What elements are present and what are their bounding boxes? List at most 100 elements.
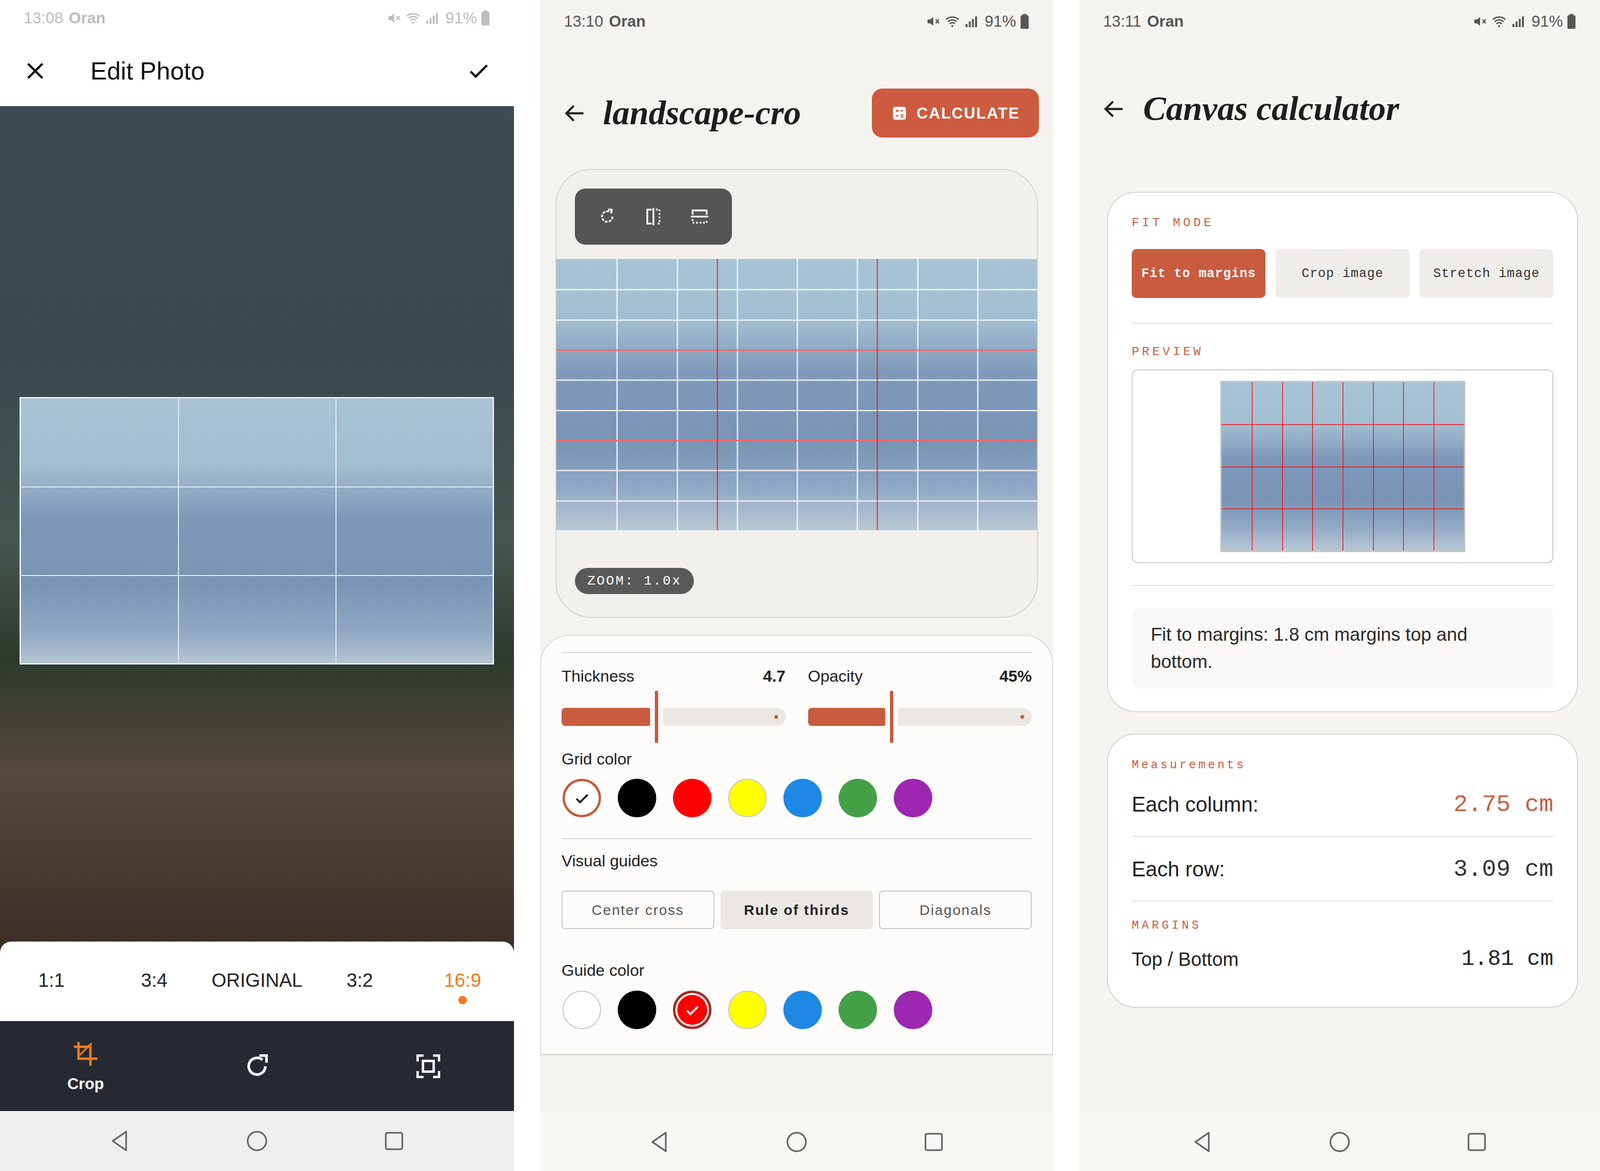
visual-guide-option[interactable]: Center cross [561,890,715,929]
signal-icon [424,10,440,26]
grid-line [1221,466,1464,468]
screen-title: landscape-cro [602,93,872,133]
color-swatch[interactable] [893,990,933,1029]
status-carrier: Oran [69,9,106,28]
photo-with-grid[interactable] [556,258,1038,531]
back-arrow-icon[interactable] [562,100,588,127]
grid-line [556,409,1038,412]
guide-line [556,349,1038,351]
rotate-icon[interactable] [596,206,618,228]
crop-frame[interactable] [19,396,494,665]
grid-line [616,258,618,531]
guide-line [716,258,719,531]
recents-square-icon[interactable] [381,1128,407,1154]
fit-mode-option[interactable]: Crop image [1275,248,1410,298]
check-icon [682,1000,702,1020]
color-swatch[interactable] [838,778,878,818]
flip-horizontal-icon[interactable] [642,206,664,228]
color-swatch[interactable] [728,990,767,1029]
home-circle-icon[interactable] [784,1129,810,1155]
slider[interactable] [808,702,1033,731]
home-circle-icon[interactable] [1327,1129,1353,1155]
grid-color-label: Grid color [561,744,1032,773]
back-arrow-icon[interactable] [1101,96,1127,122]
measurement-row: Each row:3.09 cm [1131,845,1554,893]
aspect-ratio-label: 16:9 [444,969,482,991]
back-triangle-icon[interactable] [107,1128,133,1154]
tool-button[interactable]: Crop [0,1039,172,1093]
preview-image [1220,380,1466,553]
back-triangle-icon[interactable] [1190,1129,1215,1155]
color-swatch[interactable] [672,990,712,1029]
fit-mode-option[interactable]: Stretch image [1419,248,1554,298]
measurement-label: Each row: [1131,857,1225,881]
grid-line [856,258,859,531]
aspect-ratio-option[interactable]: 16:9 [411,958,514,1005]
grid-line [556,288,1038,291]
slider-fill [561,707,651,726]
fit-mode-option[interactable]: Fit to margins [1131,248,1266,298]
canvas-preview [1131,369,1554,563]
tool-button[interactable] [171,1051,343,1081]
color-swatch[interactable] [838,990,878,1029]
flip-vertical-icon[interactable] [689,206,711,228]
zoom-badge: ZOOM: 1.0x [574,567,694,594]
color-swatch[interactable] [617,778,657,818]
back-triangle-icon[interactable] [647,1129,672,1155]
color-swatch[interactable] [783,990,822,1029]
visual-guide-option[interactable]: Diagonals [879,890,1032,929]
selected-dot [47,995,56,1005]
slider[interactable] [561,702,786,731]
mute-icon [386,10,402,26]
mute-icon [925,13,941,30]
visual-guide-option[interactable]: Rule of thirds [720,890,874,929]
rotate-icon [242,1051,272,1081]
slider-track [662,707,786,726]
crop-icon [71,1039,100,1068]
fit-frame-icon [414,1051,443,1081]
selected-dot [149,995,159,1005]
tool-button[interactable] [342,1051,514,1081]
aspect-ratio-option[interactable]: ORIGINAL [205,958,309,1005]
calculate-label: CALCULATE [916,104,1020,123]
grid-line [556,469,1038,472]
app-bar: landscape-cro CALCULATE [540,42,1054,169]
recents-square-icon[interactable] [921,1129,947,1155]
color-swatch[interactable] [728,778,767,818]
selected-dot [458,995,467,1005]
screen-title: Edit Photo [90,56,467,86]
slider-thumb[interactable] [889,690,894,743]
guide-color-swatches [561,990,1032,1029]
aspect-ratio-option[interactable]: 3:4 [102,958,206,1005]
color-swatch[interactable] [783,778,822,818]
edit-photo-screen: 13:08Oran91%Edit Photo1:13:4ORIGINAL3:21… [0,0,514,1171]
wifi-icon [944,13,960,30]
content-scroll: FIT MODEFit to marginsCrop imageStretch … [1079,191,1600,1033]
slider-thumb[interactable] [654,690,659,743]
check-icon[interactable] [466,58,492,84]
calculator-icon [890,104,909,122]
recents-square-icon[interactable] [1464,1129,1490,1155]
calculate-button[interactable]: CALCULATE [871,88,1039,138]
color-swatch[interactable] [617,990,657,1029]
color-swatch[interactable] [562,778,602,818]
home-circle-icon[interactable] [244,1128,270,1154]
color-swatch[interactable] [672,778,712,818]
color-swatch[interactable] [562,990,602,1029]
slider-value: 4.7 [762,666,786,686]
status-carrier: Oran [1146,12,1184,31]
grid-line [1221,424,1464,425]
color-swatch[interactable] [893,778,933,818]
aspect-ratio-label: 3:2 [346,969,374,991]
close-icon[interactable] [22,58,48,84]
crop-grid-line [177,398,179,663]
aspect-ratio-option[interactable]: 1:1 [0,958,103,1005]
selected-dot [355,995,365,1005]
grid-editor-screen: 13:10Oran91%landscape-croCALCULATEZOOM: … [540,0,1054,1171]
system-nav-bar [0,1110,514,1171]
canvas-calculator-screen: 13:11Oran91%Canvas calculatorFIT MODEFit… [1079,0,1600,1171]
aspect-ratio-label: 3:4 [140,969,168,991]
aspect-ratio-option[interactable]: 3:2 [308,958,412,1005]
system-nav-bar [540,1112,1054,1171]
slider-label: Opacity [808,666,863,686]
